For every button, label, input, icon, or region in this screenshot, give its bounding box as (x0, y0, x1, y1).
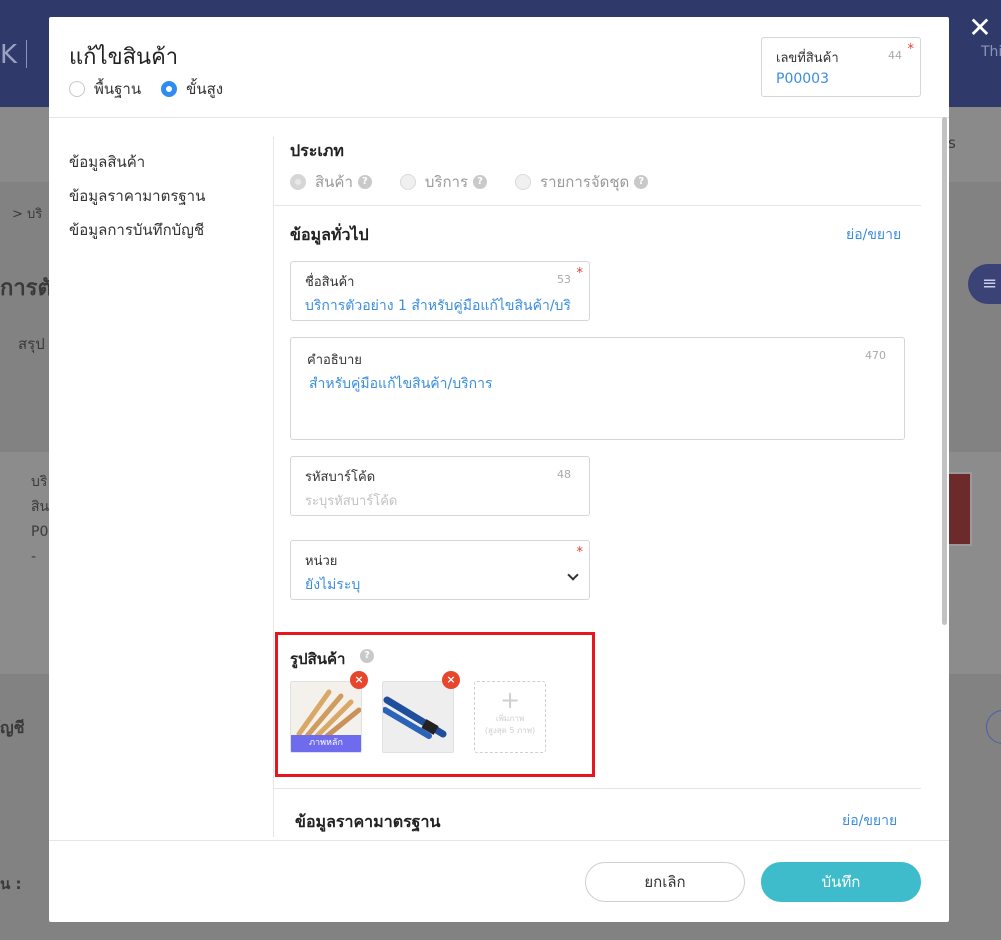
delete-image-icon[interactable]: × (442, 671, 460, 689)
product-image-blue-pencils[interactable] (382, 681, 454, 753)
type-bundle-label: รายการจัดชุด (540, 173, 630, 191)
header-divider (49, 117, 949, 118)
scrollbar[interactable] (942, 117, 947, 625)
barcode-placeholder[interactable]: ระบุรหัสบาร์โค้ด (305, 490, 397, 511)
product-code-label: เลขที่สินค้า (776, 51, 839, 66)
product-card-text: บริ สิน P0 - (31, 474, 50, 565)
mode-basic-label: พื้นฐาน (94, 80, 142, 98)
main-image-tag: ภาพหลัก (291, 735, 361, 752)
general-section-title: ข้อมูลทั่วไป (290, 225, 369, 244)
section-title-accounting: ัญชี (0, 718, 25, 737)
modal-title: แก้ไขสินค้า (69, 45, 179, 70)
nav-item-partial: s (948, 134, 956, 152)
radio-type-service[interactable] (399, 174, 416, 190)
price-toggle-link[interactable]: ย่อ/ขยาย (842, 810, 897, 832)
type-bundle-option[interactable]: รายการจัดชุด ? (515, 170, 649, 194)
side-nav-standard-price[interactable]: ข้อมูลราคามาตรฐาน (69, 179, 205, 213)
images-section-title: รูปสินค้า (290, 650, 346, 668)
add-image-button[interactable]: + เพิ่มภาพ (สูงสุด 5 ภาพ) (474, 681, 546, 753)
section-divider (273, 788, 921, 789)
save-button[interactable]: บันทึก (761, 862, 921, 902)
section-divider (273, 205, 921, 206)
unit-value: ยังไม่ระบุ (305, 577, 361, 593)
menu-button[interactable]: ≡ (968, 264, 1001, 304)
product-code-count: 44 (888, 49, 902, 62)
side-nav-accounting[interactable]: ข้อมูลการบันทึกบัญชี (69, 213, 205, 247)
required-mark: * (576, 545, 584, 560)
product-name-field[interactable]: ชื่อสินค้า 53 * บริการตัวอย่าง 1 สำหรับค… (290, 261, 590, 321)
description-count: 470 (865, 349, 886, 362)
type-service-option[interactable]: บริการ ? (399, 170, 488, 194)
description-field[interactable]: คำอธิบาย 470 สำหรับคู่มือแก้ไขสินค้า/บริ… (290, 337, 905, 440)
close-icon[interactable]: ✕ (965, 12, 995, 46)
type-service-label: บริการ (424, 173, 469, 191)
edit-product-modal: แก้ไขสินค้า พื้นฐาน ขั้นสูง เลขที่สินค้า… (49, 17, 949, 922)
product-name-label: ชื่อสินค้า (305, 275, 355, 290)
general-toggle-link[interactable]: ย่อ/ขยาย (846, 224, 901, 246)
help-icon[interactable]: ? (634, 175, 649, 189)
unit-select[interactable]: หน่วย * ยังไม่ระบุ (290, 540, 590, 600)
page-title: การตั (0, 276, 52, 301)
help-icon[interactable]: ? (473, 175, 488, 189)
help-icon[interactable]: ? (357, 175, 372, 189)
description-label: คำอธิบาย (307, 353, 362, 368)
type-section-title: ประเภท (290, 141, 344, 160)
type-selector: สินค้า ? บริการ ? รายการจัดชุด ? (290, 170, 676, 194)
product-image-pencils[interactable]: ภาพหลัก (290, 681, 362, 753)
mode-advanced-label: ขั้นสูง (186, 80, 224, 98)
tab-summary: สรุป (18, 335, 45, 353)
description-value[interactable]: สำหรับคู่มือแก้ไขสินค้า/บริการ (309, 373, 492, 395)
header-separator (26, 40, 27, 68)
product-code-field[interactable]: เลขที่สินค้า 44 * P00003 (761, 37, 921, 97)
breadcrumb: > บริ (12, 207, 43, 222)
barcode-field[interactable]: รหัสบาร์โค้ด 48 ระบุรหัสบาร์โค้ด (290, 456, 590, 516)
footer-divider (49, 840, 949, 841)
add-image-limit: (สูงสุด 5 ภาพ) (484, 726, 536, 735)
radio-basic[interactable] (69, 81, 85, 97)
barcode-label: รหัสบาร์โค้ด (305, 470, 376, 485)
mode-selector: พื้นฐาน ขั้นสูง (69, 77, 243, 101)
product-name-value[interactable]: บริการตัวอย่าง 1 สำหรับคู่มือแก้ไขสินค้า… (305, 295, 589, 317)
mode-basic-option[interactable]: พื้นฐาน (69, 77, 141, 101)
radio-advanced[interactable] (161, 81, 178, 97)
product-images-section: รูปสินค้า ? ภาพหลัก × × + เพิ่มภาพ (สูงส… (275, 632, 595, 777)
type-product-label: สินค้า (315, 173, 353, 191)
add-image-label: เพิ่มภาพ (495, 714, 525, 723)
blue-pencils-image (383, 682, 453, 752)
barcode-count: 48 (557, 468, 571, 481)
app-logo: K (0, 40, 18, 70)
type-product-option[interactable]: สินค้า ? (290, 170, 372, 194)
required-mark: * (576, 266, 584, 281)
header-user-text: Thi (981, 44, 1001, 60)
radio-type-product[interactable] (290, 174, 306, 190)
cost-label: ุน : (0, 875, 22, 893)
plus-icon: + (499, 686, 521, 714)
side-nav-divider (273, 137, 274, 837)
unit-label: หน่วย (305, 554, 338, 569)
mode-advanced-option[interactable]: ขั้นสูง (161, 77, 223, 101)
help-icon[interactable]: ? (360, 649, 374, 663)
side-nav: ข้อมูลสินค้า ข้อมูลราคามาตรฐาน ข้อมูลการ… (69, 145, 205, 247)
delete-image-icon[interactable]: × (350, 671, 368, 689)
radio-type-bundle[interactable] (515, 174, 532, 190)
side-nav-product-info[interactable]: ข้อมูลสินค้า (69, 145, 205, 179)
product-name-count: 53 (557, 273, 571, 286)
product-code-value[interactable]: P00003 (776, 71, 829, 87)
cancel-button[interactable]: ยกเลิก (585, 862, 745, 902)
hamburger-icon: ≡ (982, 273, 998, 294)
required-mark: * (907, 42, 915, 57)
chevron-down-icon (567, 569, 579, 581)
price-section-title: ข้อมูลราคามาตรฐาน (295, 812, 441, 831)
